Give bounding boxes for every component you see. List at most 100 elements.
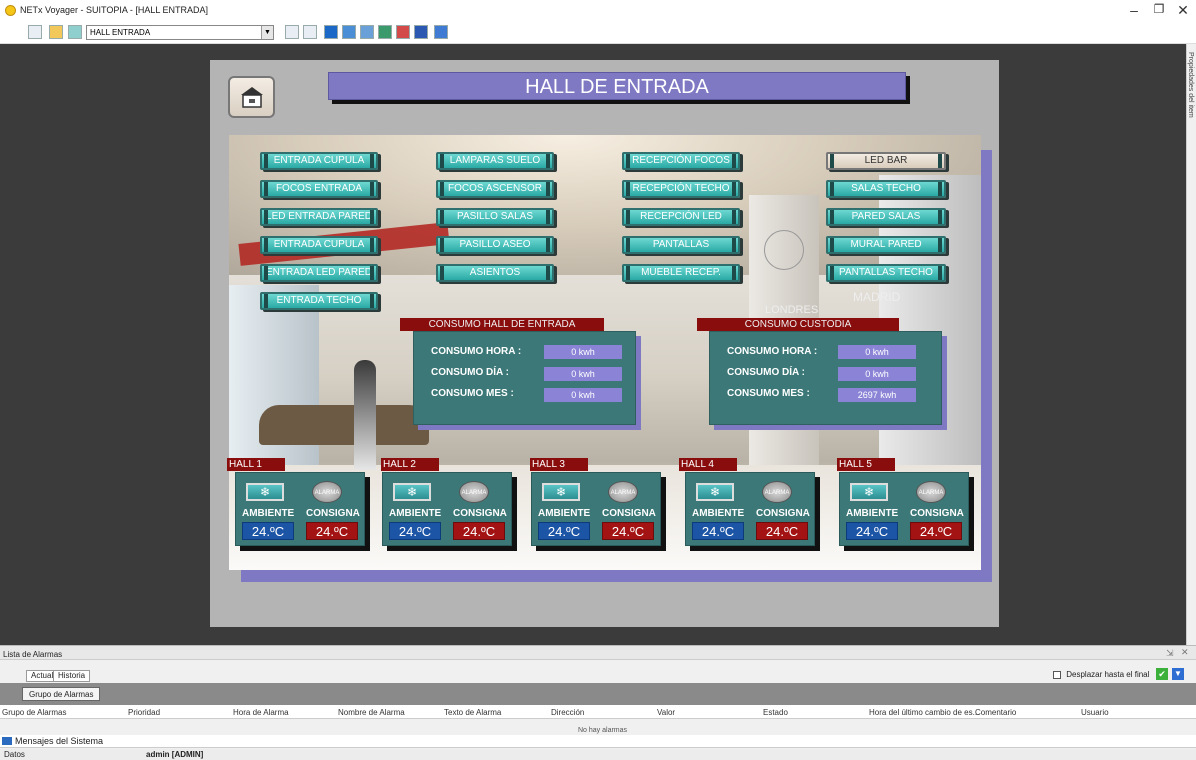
page-select[interactable]: HALL ENTRADA ▼	[86, 25, 274, 40]
folder-icon[interactable]	[49, 25, 63, 39]
system-messages-tab[interactable]: Mensajes del Sistema	[0, 735, 1196, 748]
light-mueble-recep[interactable]: MUEBLE RECEP.	[622, 264, 740, 282]
light-pantallas-techo[interactable]: PANTALLAS TECHO	[826, 264, 946, 282]
alarm-button[interactable]: ALARMA	[312, 481, 342, 503]
consigna-value[interactable]: 24.ºC	[910, 522, 962, 540]
alarm-list-pane: Lista de Alarmas ⇲ ✕ Actual Historia Des…	[0, 645, 1196, 760]
ambiente-label: AMBIENTE	[389, 508, 442, 519]
pane-close-icon[interactable]: ✕	[1181, 647, 1189, 658]
list-icon[interactable]	[285, 25, 299, 39]
light-lamparas-suelo[interactable]: LAMPARAS SUELO	[436, 152, 554, 170]
col-nombre[interactable]: Nombre de Alarma	[338, 708, 405, 717]
alarm-bell-icon[interactable]	[396, 25, 410, 39]
light-recepcion-techo[interactable]: RECEPCIÓN TECHO	[622, 180, 740, 198]
settings-icon[interactable]	[414, 25, 428, 39]
light-recepcion-focos[interactable]: RECEPCIÓN FOCOS	[622, 152, 740, 170]
consigna-value[interactable]: 24.ºC	[453, 522, 505, 540]
consigna-value[interactable]: 24.ºC	[306, 522, 358, 540]
alarm-button[interactable]: ALARMA	[459, 481, 489, 503]
alarm-button[interactable]: ALARMA	[762, 481, 792, 503]
consumo-hall-dia-label: CONSUMO DÍA :	[431, 367, 509, 378]
light-salas-techo[interactable]: SALAS TECHO	[826, 180, 946, 198]
scene-shadow-right	[981, 150, 992, 582]
scroll-to-end-checkbox[interactable]	[1053, 670, 1061, 679]
light-mural-pared[interactable]: MURAL PARED	[826, 236, 946, 254]
tab-historia[interactable]: Historia	[53, 670, 91, 682]
panel-icon[interactable]	[324, 25, 338, 39]
close-icon[interactable]: ✕	[1173, 2, 1193, 19]
light-led-entrada-pared[interactable]: LED ENTRADA PARED	[260, 208, 378, 226]
back-icon[interactable]	[28, 25, 42, 39]
light-led-bar[interactable]: LED BAR	[826, 152, 946, 170]
group-by-bar: Grupo de Alarmas	[0, 683, 1196, 705]
alarm-button[interactable]: ALARMA	[916, 481, 946, 503]
light-entrada-cupula[interactable]: ENTRADA CUPULA	[260, 152, 378, 170]
light-entrada-led-pared[interactable]: ENTRADA LED PARED	[260, 264, 378, 282]
col-prioridad[interactable]: Prioridad	[128, 708, 160, 717]
ambiente-value: 24.ºC	[692, 522, 744, 540]
light-pasillo-aseo[interactable]: PASILLO ASEO	[436, 236, 554, 254]
photo-person	[354, 360, 376, 470]
fan-icon[interactable]: ❄	[850, 483, 888, 501]
table-icon[interactable]	[342, 25, 356, 39]
col-usuario[interactable]: Usuario	[1081, 708, 1109, 717]
col-estado[interactable]: Estado	[763, 708, 788, 717]
consumo-hall-mes-value: 0 kwh	[544, 388, 622, 402]
fan-icon[interactable]: ❄	[542, 483, 580, 501]
consigna-label: CONSIGNA	[306, 508, 360, 519]
home-button[interactable]	[228, 76, 275, 118]
window-title: NETx Voyager - SUITOPIA - [HALL ENTRADA]	[20, 5, 209, 15]
consumo-hall-mes-label: CONSUMO MES :	[431, 388, 514, 399]
light-pantallas[interactable]: PANTALLAS	[622, 236, 740, 254]
light-entrada-techo[interactable]: ENTRADA TECHO	[260, 292, 378, 310]
home-icon[interactable]	[68, 25, 82, 39]
minimize-icon[interactable]: –	[1124, 2, 1144, 18]
hall-1-panel: ❄ ALARMA AMBIENTE CONSIGNA 24.ºC 24.ºC	[235, 472, 365, 546]
grid-icon[interactable]	[360, 25, 374, 39]
consigna-label: CONSIGNA	[602, 508, 656, 519]
acknowledge-icon[interactable]: ✔	[1156, 668, 1168, 680]
group-tag[interactable]: Grupo de Alarmas	[22, 687, 101, 701]
light-pared-salas[interactable]: PARED SALAS	[826, 208, 946, 226]
col-grupo[interactable]: Grupo de Alarmas	[2, 708, 66, 717]
consumo-hall-title: CONSUMO HALL DE ENTRADA	[400, 318, 604, 331]
window-titlebar: NETx Voyager - SUITOPIA - [HALL ENTRADA]…	[0, 0, 1196, 22]
consigna-value[interactable]: 24.ºC	[602, 522, 654, 540]
col-direccion[interactable]: Dirección	[551, 708, 584, 717]
light-pasillo-salas[interactable]: PASILLO SALAS	[436, 208, 554, 226]
col-texto[interactable]: Texto de Alarma	[444, 708, 501, 717]
user-icon[interactable]	[434, 25, 448, 39]
ambiente-label: AMBIENTE	[538, 508, 591, 519]
hall-2-panel: ❄ ALARMA AMBIENTE CONSIGNA 24.ºC 24.ºC	[382, 472, 512, 546]
restore-icon[interactable]: ❐	[1149, 2, 1169, 16]
app-icon	[5, 5, 16, 16]
fan-icon[interactable]: ❄	[696, 483, 734, 501]
properties-strip[interactable]: Propiedades del item	[1186, 44, 1196, 645]
col-hora-alarma[interactable]: Hora de Alarma	[233, 708, 289, 717]
chart-icon[interactable]	[378, 25, 392, 39]
document-icon[interactable]	[303, 25, 317, 39]
light-focos-entrada[interactable]: FOCOS ENTRADA	[260, 180, 378, 198]
chevron-down-icon[interactable]: ▼	[261, 26, 273, 39]
consigna-label: CONSIGNA	[453, 508, 507, 519]
toolbar: HALL ENTRADA ▼	[0, 22, 1196, 44]
screen-title: HALL DE ENTRADA	[328, 72, 906, 100]
alarm-button[interactable]: ALARMA	[608, 481, 638, 503]
page-select-value: HALL ENTRADA	[90, 28, 151, 37]
ambiente-label: AMBIENTE	[242, 508, 295, 519]
light-focos-ascensor[interactable]: FOCOS ASCENSOR	[436, 180, 554, 198]
filter-icon[interactable]: ▼	[1172, 668, 1184, 680]
light-entrada-cupula-2[interactable]: ENTRADA CUPULA	[260, 236, 378, 254]
consigna-value[interactable]: 24.ºC	[756, 522, 808, 540]
col-comentario[interactable]: Comentario	[975, 708, 1016, 717]
col-valor[interactable]: Valor	[657, 708, 675, 717]
scroll-to-end-label: Desplazar hasta el final	[1066, 670, 1150, 679]
fan-icon[interactable]: ❄	[393, 483, 431, 501]
light-recepcion-led[interactable]: RECEPCIÓN LED	[622, 208, 740, 226]
scroll-to-end-option[interactable]: Desplazar hasta el final	[1053, 670, 1149, 679]
photo-sofa	[259, 405, 429, 445]
col-hora-cambio[interactable]: Hora del último cambio de es...	[869, 708, 979, 717]
light-asientos[interactable]: ASIENTOS	[436, 264, 554, 282]
pin-icon[interactable]: ⇲	[1166, 648, 1174, 659]
fan-icon[interactable]: ❄	[246, 483, 284, 501]
